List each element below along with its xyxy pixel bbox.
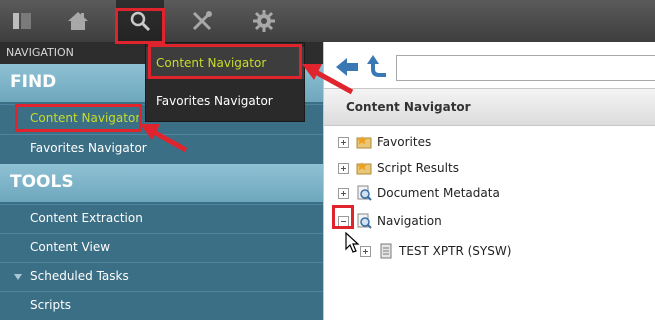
panel-toggle-button[interactable] [0, 0, 44, 42]
expand-triangle-icon [14, 274, 22, 280]
nav-item-content-view[interactable]: Content View [0, 233, 323, 261]
nav-item-favorites-navigator[interactable]: Favorites Navigator [0, 134, 323, 162]
nav-item-label: Scheduled Tasks [30, 269, 129, 283]
magnifier-doc-icon [357, 185, 372, 201]
nav-item-scripts[interactable]: Scripts [0, 291, 323, 319]
highlight-frame-popup-item [148, 44, 302, 79]
highlight-frame-search [115, 8, 165, 44]
nav-item-content-extraction[interactable]: Content Extraction [0, 204, 323, 232]
tools-icon [192, 11, 212, 31]
tree-node-label: Navigation [377, 214, 442, 228]
expand-plus-icon[interactable] [360, 245, 371, 257]
database-icon [380, 243, 392, 259]
gear-icon [253, 10, 275, 32]
tree-node-label: TEST XPTR (SYSW) [399, 244, 512, 258]
top-toolbar [0, 0, 655, 42]
refresh-icon[interactable] [366, 54, 390, 80]
expand-plus-icon[interactable] [338, 136, 349, 148]
folder-star-icon [356, 136, 372, 149]
tree-node-test-xptr[interactable]: TEST XPTR (SYSW) [360, 240, 511, 262]
tree-node-label: Script Results [377, 161, 459, 175]
menu-item-favorites-navigator[interactable]: Favorites Navigator [146, 85, 304, 117]
highlight-frame-collapse [332, 205, 354, 229]
expand-plus-icon[interactable] [338, 187, 349, 199]
expand-plus-icon[interactable] [338, 162, 349, 174]
tree-node-label: Favorites [377, 135, 432, 149]
back-arrow-icon[interactable] [334, 55, 360, 79]
highlight-frame-nav-item [15, 104, 142, 132]
magnifier-doc-icon [357, 213, 372, 229]
tree-node-document-metadata[interactable]: Document Metadata [338, 182, 500, 204]
tree-node-script-results[interactable]: Script Results [338, 157, 459, 179]
pane-title: Content Navigator [324, 88, 655, 126]
content-toolbar [324, 42, 655, 88]
folder-star-icon [356, 162, 372, 175]
settings-button[interactable] [242, 0, 286, 42]
tools-button[interactable] [180, 0, 224, 42]
nav-item-scheduled-tasks[interactable]: Scheduled Tasks [0, 262, 323, 290]
tree-node-label: Document Metadata [377, 186, 500, 200]
tree-node-favorites[interactable]: Favorites [338, 131, 431, 153]
panel-icon [13, 13, 31, 29]
home-icon [68, 12, 88, 30]
tools-section-header[interactable]: TOOLS [0, 164, 323, 202]
mouse-cursor-icon [345, 232, 360, 253]
content-pane: Content Navigator Favorites Script Resul… [323, 42, 655, 320]
home-button[interactable] [56, 0, 100, 42]
address-field[interactable] [396, 55, 655, 81]
